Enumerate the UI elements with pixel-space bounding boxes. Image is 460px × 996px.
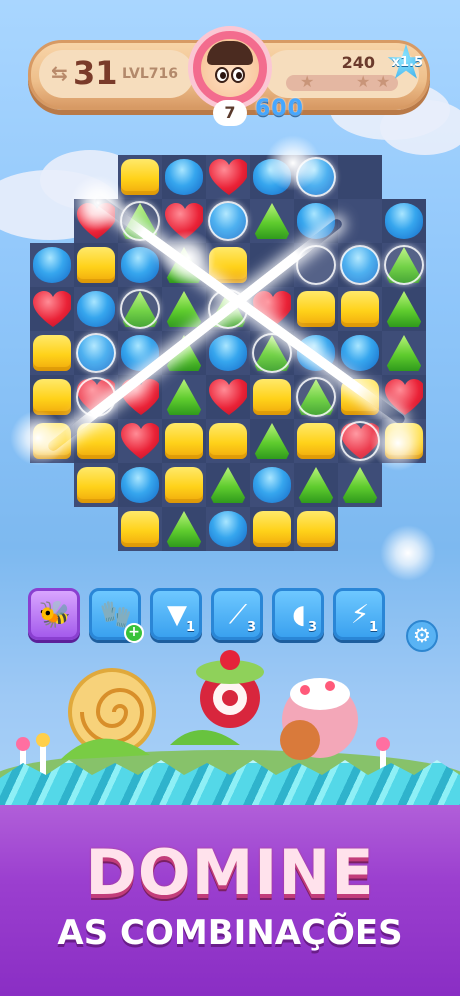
booster-candy-cane-button[interactable]: ⟋ 3 — [211, 588, 263, 640]
booster-oven-mitt-button[interactable]: 🧤 + — [89, 588, 144, 643]
star-marker-icon: ★ — [376, 72, 391, 91]
score-value: 240 — [341, 53, 375, 72]
candy-piece[interactable] — [77, 291, 115, 327]
candy-piece[interactable] — [121, 159, 159, 195]
headline-subtitle: AS COMBINAÇÕES — [57, 913, 403, 953]
bubble-overlay — [384, 245, 424, 285]
score-panel: 240 ★ ★ ★ x1.5 — [264, 44, 425, 98]
bees-icon: 🐝 — [38, 600, 72, 630]
sparkle-burst-effect — [265, 135, 321, 191]
add-booster-icon[interactable]: + — [124, 623, 144, 643]
board-cell[interactable] — [338, 155, 382, 199]
avatar-level-badge: 7 — [213, 100, 247, 126]
candy-piece[interactable] — [341, 335, 379, 371]
game-board[interactable] — [10, 135, 436, 581]
booster-spoon-button[interactable]: ◖ 3 — [272, 588, 324, 640]
bubble-overlay — [120, 289, 160, 329]
candy-piece[interactable] — [165, 159, 203, 195]
candy-piece[interactable] — [77, 247, 115, 283]
candy-piece[interactable] — [341, 291, 379, 327]
bubble-overlay — [208, 201, 248, 241]
booster-count: 3 — [307, 620, 317, 635]
candy-piece[interactable] — [33, 335, 71, 371]
booster-count: 1 — [368, 620, 378, 635]
swap-arrows-icon: ⇆ — [51, 61, 68, 85]
booster-bees-button[interactable]: 🐝 — [28, 588, 80, 640]
star-marker-icon: ★ — [356, 72, 371, 91]
bubble-overlay — [76, 333, 116, 373]
bubble-overlay — [296, 377, 336, 417]
candy-piece[interactable] — [297, 291, 335, 327]
booster-piping-bag-button[interactable]: ▼ 1 — [150, 588, 202, 640]
candy-piece[interactable] — [77, 467, 115, 503]
star-marker-icon: ★ — [300, 72, 315, 91]
sparkle-burst-effect — [380, 525, 436, 581]
candy-piece[interactable] — [121, 247, 159, 283]
candy-piece[interactable] — [209, 423, 247, 459]
candy-piece[interactable] — [297, 423, 335, 459]
multiplier-label: x1.5 — [391, 55, 423, 70]
booster-lightning-bulb-button[interactable]: ⚡ 1 — [333, 588, 385, 640]
candy-piece[interactable] — [165, 467, 203, 503]
candy-piece[interactable] — [121, 467, 159, 503]
candy-piece[interactable] — [209, 511, 247, 547]
candy-piece[interactable] — [253, 379, 291, 415]
bubble-overlay — [340, 245, 380, 285]
booster-count: 1 — [185, 620, 195, 635]
avatar-eye — [231, 67, 245, 83]
candy-piece[interactable] — [297, 511, 335, 547]
sparkle-burst-effect — [370, 415, 426, 471]
candy-piece[interactable] — [33, 247, 71, 283]
score-popup: 600 — [255, 96, 304, 121]
candy-piece[interactable] — [253, 511, 291, 547]
sparkle-burst-effect — [70, 175, 126, 231]
avatar-eye — [215, 67, 229, 83]
sparkle-burst-effect — [10, 410, 66, 466]
board-cell[interactable] — [338, 199, 382, 243]
avatar-face — [201, 39, 259, 97]
candy-piece[interactable] — [209, 335, 247, 371]
settings-gear-icon[interactable]: ⚙ — [406, 620, 438, 652]
sparkle-burst-effect — [160, 230, 216, 286]
candy-piece[interactable] — [121, 511, 159, 547]
avatar-hair — [207, 41, 253, 65]
headline-title: DOMINE — [85, 836, 375, 909]
moves-panel: ⇆ 31 LVL716 — [39, 50, 194, 98]
moves-counter: 31 — [73, 54, 118, 92]
level-label: LVL716 — [122, 66, 178, 82]
candy-piece[interactable] — [385, 203, 423, 239]
candy-piece[interactable] — [165, 423, 203, 459]
booster-count: 3 — [246, 620, 256, 635]
candy-piece[interactable] — [253, 467, 291, 503]
